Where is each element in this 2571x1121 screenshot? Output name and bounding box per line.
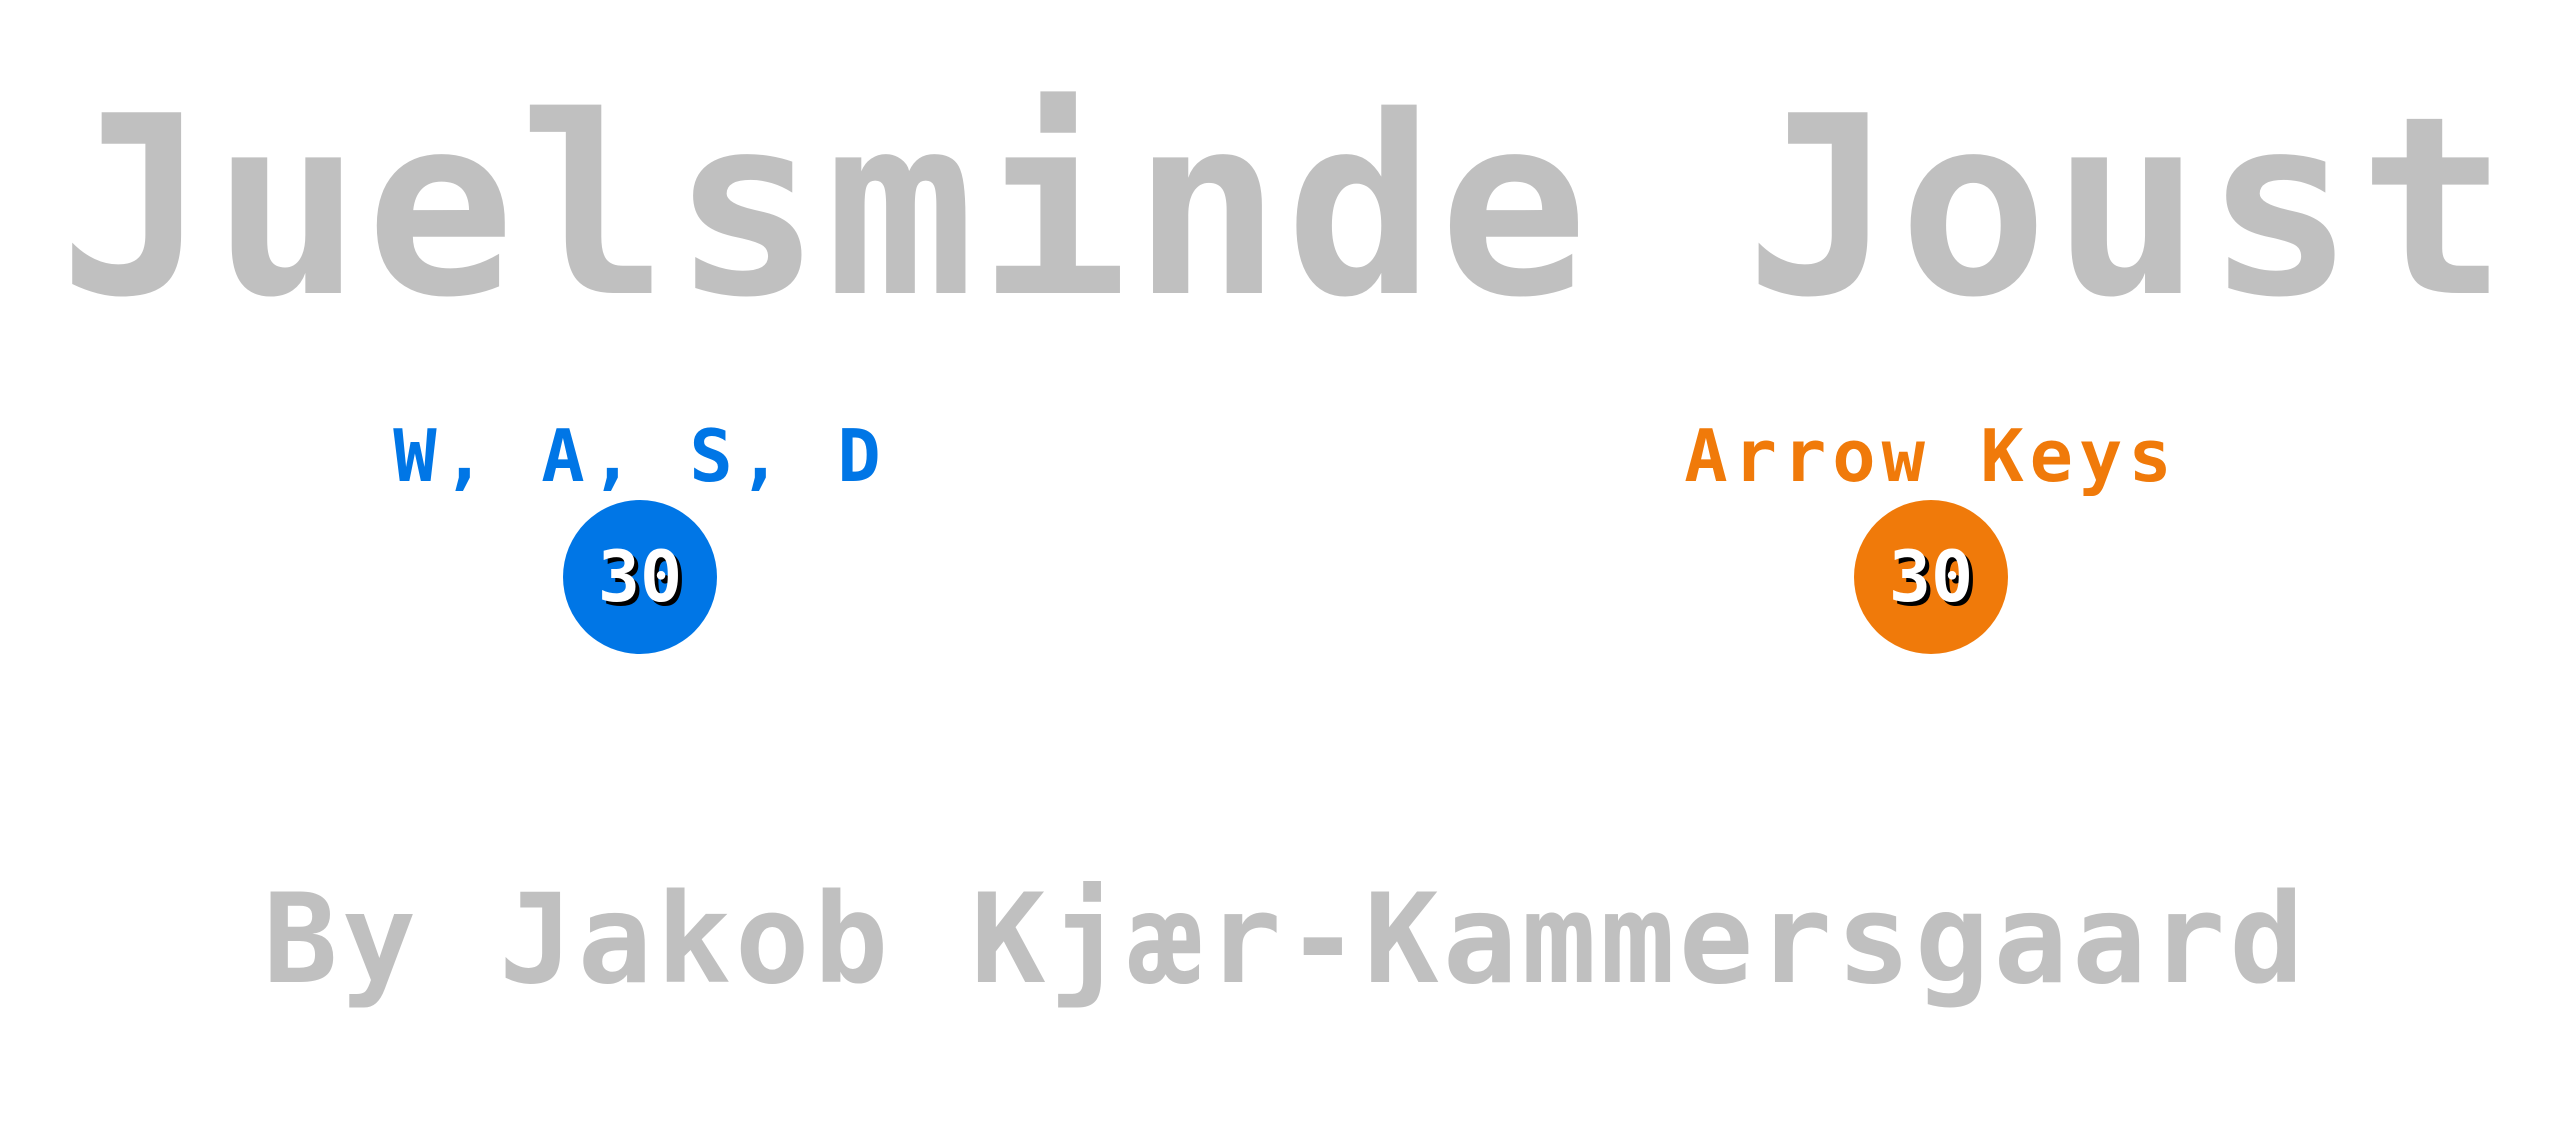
player-2-panel: Arrow Keys 30 — [1631, 418, 2231, 654]
player-1-score-badge: 30 — [563, 500, 717, 654]
player-1-score: 30 — [597, 536, 683, 618]
player-1-controls-label: W, A, S, D — [393, 414, 887, 498]
author-credit: By Jakob Kjær-Kammersgaard — [262, 868, 2308, 1012]
player-1-panel: W, A, S, D 30 — [340, 418, 940, 654]
player-2-score: 30 — [1888, 536, 1974, 618]
player-2-controls-label: Arrow Keys — [1684, 414, 2178, 498]
game-title: Juelsminde Joust — [59, 64, 2512, 352]
player-2-score-badge: 30 — [1854, 500, 2008, 654]
